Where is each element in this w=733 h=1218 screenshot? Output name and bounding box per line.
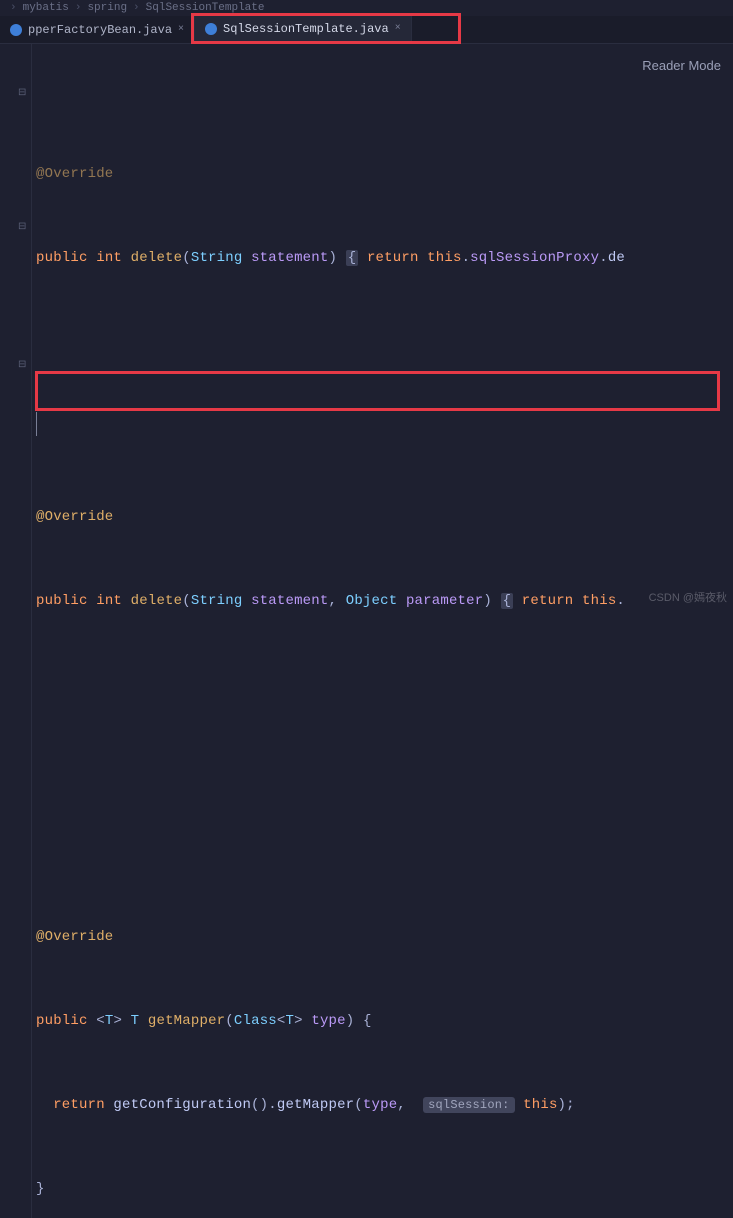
code-token: T: [105, 1013, 114, 1029]
code-editor[interactable]: ⊟ ⊟ ⊟ @Override public int delete(String…: [0, 44, 733, 1218]
fold-icon[interactable]: ⊟: [18, 80, 28, 90]
code-token: delete: [131, 250, 183, 266]
code-token: int: [96, 250, 122, 266]
code-token: getMapper: [148, 1013, 225, 1029]
code-token: public: [36, 1013, 88, 1029]
code-token: delete: [131, 593, 183, 609]
code-token: statement: [251, 593, 328, 609]
code-token: @Override: [36, 509, 113, 525]
code-token: public: [36, 593, 88, 609]
code-token: @Override: [36, 166, 113, 182]
code-token: T: [286, 1013, 295, 1029]
editor-tabs: pperFactoryBean.java × SqlSessionTemplat…: [0, 16, 733, 44]
breadcrumb-segment[interactable]: mybatis: [23, 2, 69, 14]
java-file-icon: [10, 24, 22, 36]
tab-mapper-factory-bean[interactable]: pperFactoryBean.java ×: [0, 16, 195, 43]
code-token: sqlSessionProxy: [470, 250, 599, 266]
code-token: String: [191, 593, 243, 609]
code-token: type: [363, 1097, 397, 1113]
tab-label: pperFactoryBean.java: [28, 23, 172, 37]
code-token: Object: [346, 593, 398, 609]
fold-icon[interactable]: ⊟: [18, 214, 28, 224]
code-token: this: [523, 1097, 557, 1113]
chevron-right-icon: ›: [75, 2, 82, 14]
code-token: T: [131, 1013, 140, 1029]
code-token: parameter: [406, 593, 483, 609]
java-file-icon: [205, 23, 217, 35]
code-token: getMapper: [277, 1097, 354, 1113]
code-token: int: [96, 593, 122, 609]
chevron-right-icon: ›: [10, 2, 17, 14]
tab-sql-session-template[interactable]: SqlSessionTemplate.java ×: [195, 16, 412, 43]
code-token: @Override: [36, 929, 113, 945]
breadcrumb-segment[interactable]: SqlSessionTemplate: [146, 2, 265, 14]
code-token: return: [522, 593, 574, 609]
code-token: String: [191, 250, 243, 266]
code-token: de: [608, 250, 625, 266]
code-token: return: [367, 250, 419, 266]
breadcrumb: › mybatis › spring › SqlSessionTemplate: [0, 0, 733, 16]
fold-icon[interactable]: ⊟: [18, 352, 28, 362]
code-token: Class: [234, 1013, 277, 1029]
close-icon[interactable]: ×: [178, 24, 184, 35]
code-token: return: [53, 1097, 105, 1113]
editor-gutter: ⊟ ⊟ ⊟: [0, 44, 32, 1218]
code-token: type: [311, 1013, 345, 1029]
inline-hint: sqlSession:: [423, 1097, 514, 1113]
code-token: this: [427, 250, 461, 266]
close-icon[interactable]: ×: [395, 23, 401, 34]
code-token: statement: [251, 250, 328, 266]
code-token: getConfiguration: [113, 1097, 251, 1113]
breadcrumb-segment[interactable]: spring: [87, 2, 127, 14]
watermark: CSDN @嫣夜秋: [649, 589, 727, 605]
chevron-right-icon: ›: [133, 2, 140, 14]
code-token: this: [582, 593, 616, 609]
tab-label: SqlSessionTemplate.java: [223, 22, 389, 36]
code-token: public: [36, 250, 88, 266]
